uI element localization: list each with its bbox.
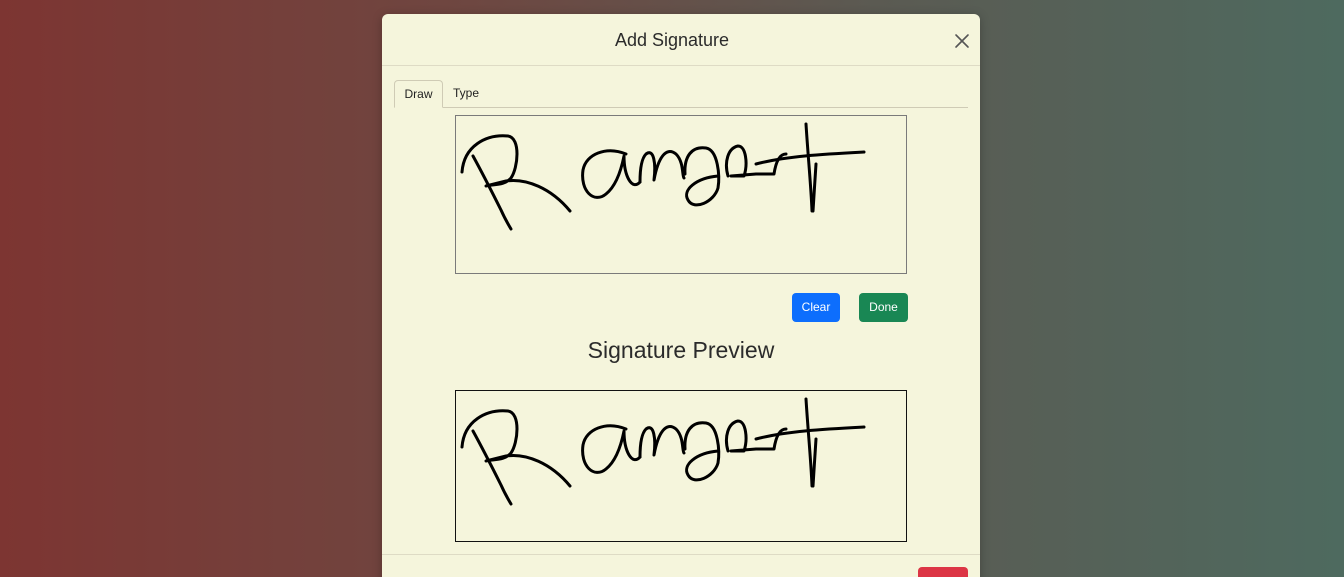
signature-tabs: Draw Type bbox=[394, 80, 968, 108]
signature-draw-canvas[interactable] bbox=[455, 115, 907, 274]
close-button[interactable] bbox=[952, 31, 972, 51]
clear-button[interactable]: Clear bbox=[792, 293, 840, 322]
signature-preview-box bbox=[455, 390, 907, 542]
tab-draw[interactable]: Draw bbox=[394, 80, 443, 108]
signature-preview-title: Signature Preview bbox=[587, 337, 775, 363]
tab-type[interactable]: Type bbox=[446, 80, 486, 106]
done-button[interactable]: Done bbox=[859, 293, 908, 322]
add-signature-modal: Add Signature Draw Type Clear Done Signa… bbox=[382, 14, 980, 577]
modal-title: Add Signature bbox=[614, 30, 730, 50]
drawn-signature bbox=[460, 122, 866, 231]
close-icon bbox=[955, 34, 969, 48]
modal-footer bbox=[382, 554, 980, 577]
footer-action-button[interactable] bbox=[918, 567, 968, 577]
modal-header: Add Signature bbox=[382, 14, 980, 66]
signature-preview-image bbox=[460, 397, 866, 506]
